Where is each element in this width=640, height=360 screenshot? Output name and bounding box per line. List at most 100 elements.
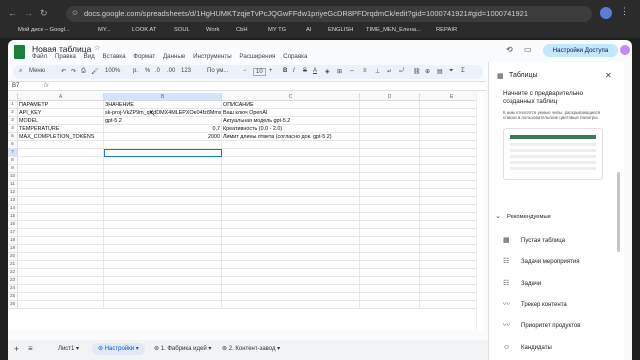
undo-icon[interactable]: ↶: [61, 68, 66, 75]
empty-cell[interactable]: [360, 293, 420, 301]
empty-cell[interactable]: [104, 285, 222, 293]
empty-cell[interactable]: [222, 285, 360, 293]
empty-cell[interactable]: [222, 213, 360, 221]
vertical-scrollbar[interactable]: [476, 93, 484, 330]
site-info-icon[interactable]: ⊙: [72, 6, 78, 22]
bookmark-item[interactable]: LOOK AT: [132, 27, 156, 33]
fill-color-icon[interactable]: ◈: [325, 68, 330, 75]
chart-icon[interactable]: ▤: [437, 68, 443, 75]
italic-icon[interactable]: I: [293, 68, 295, 74]
empty-cell[interactable]: [360, 221, 420, 229]
percent-format[interactable]: %: [145, 68, 150, 74]
empty-cell[interactable]: [360, 125, 420, 133]
text-color-icon[interactable]: A: [313, 68, 317, 74]
row-header[interactable]: 16: [8, 221, 18, 229]
empty-cell[interactable]: [222, 173, 360, 181]
empty-cell[interactable]: [104, 205, 222, 213]
empty-cell[interactable]: [420, 261, 484, 269]
empty-cell[interactable]: [360, 277, 420, 285]
empty-cell[interactable]: [222, 253, 360, 261]
row-header[interactable]: 7: [8, 149, 18, 157]
empty-cell[interactable]: [104, 277, 222, 285]
row-header[interactable]: 6: [8, 141, 18, 149]
align-icon[interactable]: ≡: [363, 68, 367, 74]
template-preview-image[interactable]: [503, 128, 603, 180]
paint-format-icon[interactable]: 🖌: [91, 68, 99, 75]
cell-B3[interactable]: gpt-5.2: [104, 117, 222, 125]
empty-cell[interactable]: [104, 197, 222, 205]
cell-C5[interactable]: Лимит длины ответа (согласно док. gpt-5.…: [222, 133, 360, 141]
empty-cell[interactable]: [420, 277, 484, 285]
column-header[interactable]: B: [104, 93, 222, 101]
empty-cell[interactable]: [18, 181, 104, 189]
empty-cell[interactable]: [104, 189, 222, 197]
comment-add-icon[interactable]: ⊕: [425, 68, 430, 75]
row-header[interactable]: 20: [8, 253, 18, 261]
bookmark-item[interactable]: MY...: [98, 27, 111, 33]
empty-cell[interactable]: [420, 149, 484, 157]
empty-cell[interactable]: [104, 261, 222, 269]
font-size-decrease[interactable]: −: [243, 68, 247, 74]
row-header[interactable]: 12: [8, 189, 18, 197]
empty-cell[interactable]: [18, 261, 104, 269]
empty-cell[interactable]: [360, 301, 420, 309]
row-header[interactable]: 10: [8, 173, 18, 181]
empty-cell[interactable]: [420, 109, 484, 117]
empty-cell[interactable]: [420, 133, 484, 141]
empty-cell[interactable]: [18, 213, 104, 221]
cell-C1[interactable]: ОПИСАНИЕ: [222, 101, 360, 109]
cell-A1[interactable]: ПАРАМЕТР: [18, 101, 104, 109]
empty-cell[interactable]: [360, 109, 420, 117]
font-size-increase[interactable]: +: [269, 68, 273, 74]
number-format[interactable]: 123: [181, 68, 191, 74]
menu-file[interactable]: Файл: [32, 53, 47, 60]
bookmark-item[interactable]: Work: [206, 27, 219, 33]
empty-cell[interactable]: [420, 117, 484, 125]
empty-cell[interactable]: [360, 149, 420, 157]
account-avatar[interactable]: [620, 45, 630, 55]
empty-cell[interactable]: [18, 205, 104, 213]
sheets-logo-icon[interactable]: [14, 45, 25, 59]
empty-cell[interactable]: [104, 141, 222, 149]
row-header[interactable]: 25: [8, 293, 18, 301]
empty-cell[interactable]: [18, 229, 104, 237]
empty-cell[interactable]: [222, 269, 360, 277]
rotate-icon[interactable]: ⤾: [399, 68, 404, 75]
address-bar[interactable]: ⊙ docs.google.com/spreadsheets/d/1HgHUMK…: [66, 6, 592, 22]
empty-cell[interactable]: [420, 189, 484, 197]
empty-cell[interactable]: [360, 189, 420, 197]
select-all-corner[interactable]: [8, 93, 18, 101]
menu-tools[interactable]: Инструменты: [193, 53, 232, 60]
sheet-tab[interactable]: Лист1 ▾: [52, 343, 85, 355]
empty-cell[interactable]: [420, 125, 484, 133]
empty-cell[interactable]: [104, 213, 222, 221]
cell-A2[interactable]: API_KEY: [18, 109, 104, 117]
row-header[interactable]: 21: [8, 261, 18, 269]
cell-C4[interactable]: Креативность (0.0 - 2.0): [222, 125, 360, 133]
empty-cell[interactable]: [104, 165, 222, 173]
back-icon[interactable]: ←: [8, 8, 17, 18]
empty-cell[interactable]: [222, 157, 360, 165]
bookmark-item[interactable]: REPAIR: [436, 27, 457, 33]
empty-cell[interactable]: [104, 229, 222, 237]
empty-cell[interactable]: [420, 181, 484, 189]
bookmark-item[interactable]: ENGLISH: [328, 27, 353, 33]
empty-cell[interactable]: [222, 149, 360, 157]
empty-cell[interactable]: [420, 269, 484, 277]
empty-cell[interactable]: [360, 101, 420, 109]
row-header[interactable]: 5: [8, 133, 18, 141]
empty-cell[interactable]: [420, 141, 484, 149]
cell-B4[interactable]: 0,7: [104, 125, 222, 133]
wrap-icon[interactable]: ↵: [387, 68, 392, 75]
empty-cell[interactable]: [18, 165, 104, 173]
empty-cell[interactable]: [420, 245, 484, 253]
redo-icon[interactable]: ↷: [71, 68, 76, 75]
empty-cell[interactable]: [360, 229, 420, 237]
empty-cell[interactable]: [104, 245, 222, 253]
empty-cell[interactable]: [360, 237, 420, 245]
filter-icon[interactable]: ⏷: [449, 68, 454, 75]
font-select[interactable]: По ум...: [207, 68, 228, 74]
empty-cell[interactable]: [18, 269, 104, 277]
empty-cell[interactable]: [360, 285, 420, 293]
row-header[interactable]: 2: [8, 109, 18, 117]
